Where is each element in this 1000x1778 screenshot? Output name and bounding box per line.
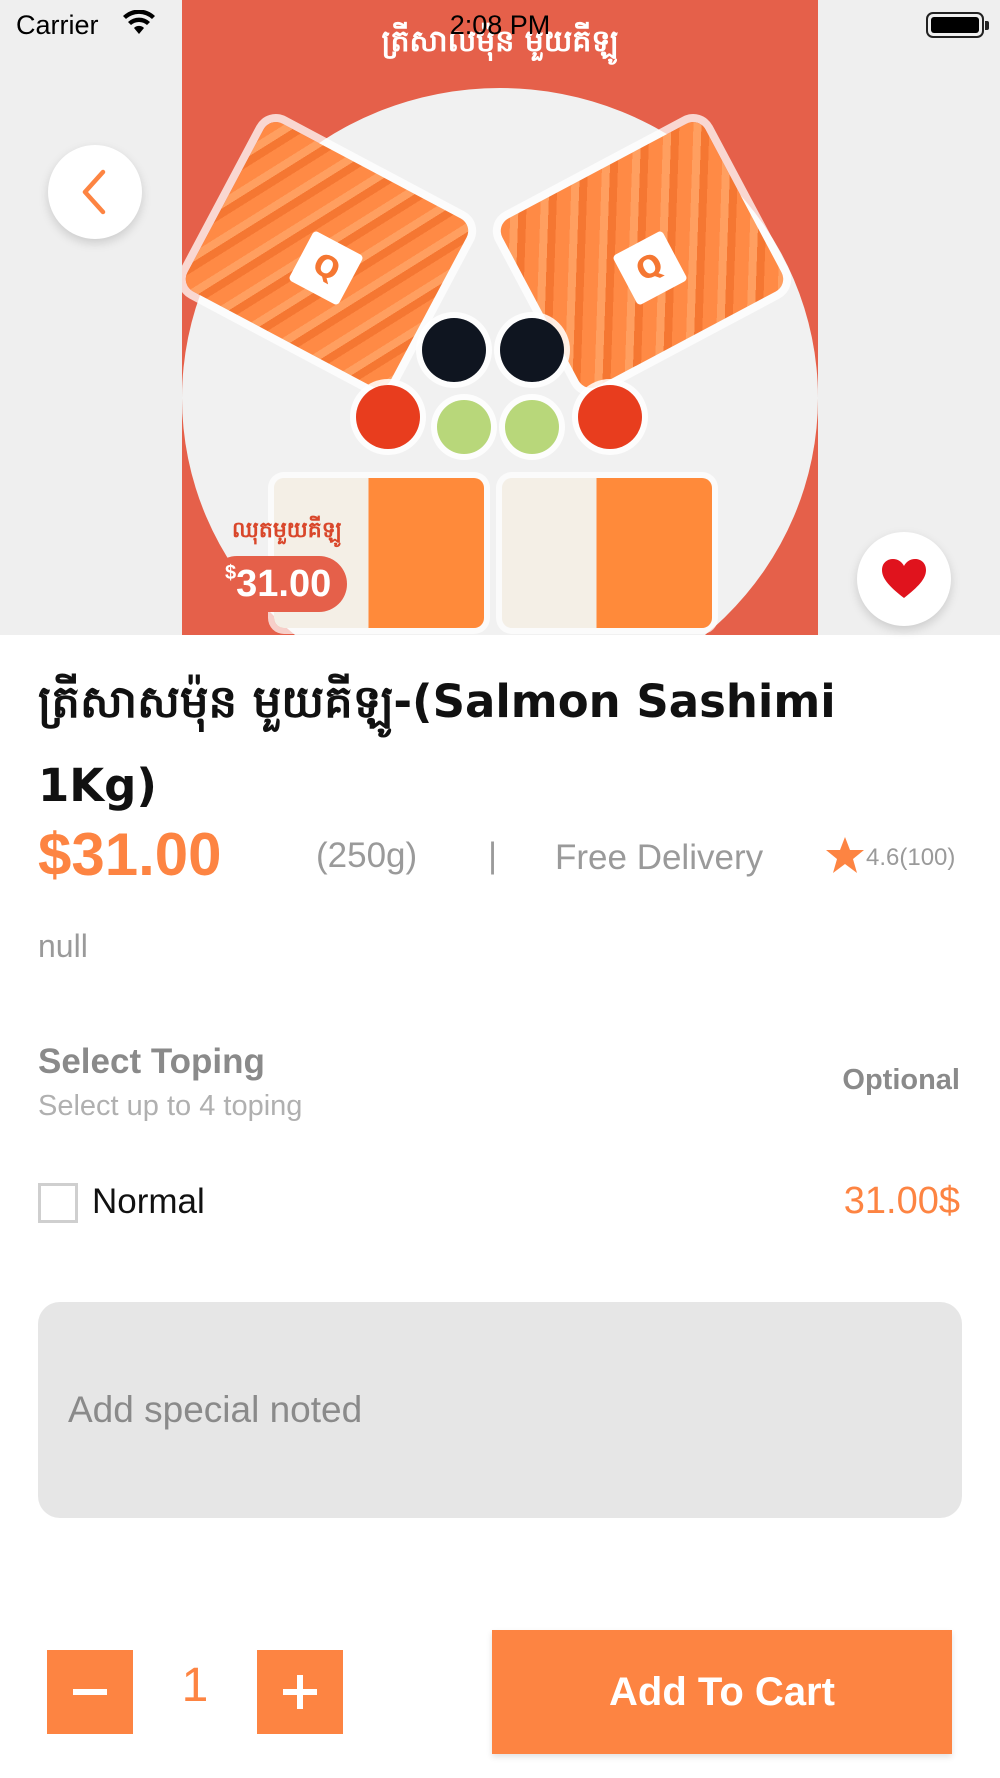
topping-option-normal[interactable]: Normal 31.00$	[38, 1176, 960, 1228]
minus-icon	[73, 1689, 107, 1695]
topping-section-title: Select Toping	[38, 1042, 265, 1081]
topping-option-label: Normal	[92, 1182, 205, 1221]
special-note-input[interactable]	[38, 1302, 962, 1518]
radish-carrot-box	[502, 478, 712, 628]
add-to-cart-button[interactable]: Add To Cart	[492, 1630, 952, 1754]
battery-icon	[926, 12, 989, 38]
favorite-button[interactable]	[857, 532, 951, 626]
chili-sauce-cup	[578, 385, 642, 449]
quantity-value: 1	[181, 1659, 209, 1712]
promo-caption: ឈុតមួយគីឡូ	[232, 518, 342, 543]
product-title: ត្រីសាសម៉ុន មួយគីឡូ-(Salmon Sashimi 1Kg)	[38, 675, 836, 812]
topping-requirement-label: Optional	[842, 1064, 960, 1096]
topping-option-price: 31.00$	[843, 1180, 960, 1222]
status-bar: Carrier 2:08 PM	[0, 0, 1000, 50]
product-hero: ត្រីសាលម៉ុន មួយគីឡូ Q Q ឈុតមួយគីឡូ $31.0…	[0, 0, 1000, 635]
product-weight: (250g)	[316, 836, 418, 875]
increase-quantity-button[interactable]	[257, 1650, 343, 1734]
promo-price-badge: $31.00	[209, 556, 348, 612]
soy-sauce-cup	[500, 318, 564, 382]
product-price: $31.00	[38, 821, 222, 888]
back-button[interactable]	[48, 145, 142, 239]
decrease-quantity-button[interactable]	[47, 1650, 133, 1734]
wasabi-cup	[505, 400, 559, 454]
product-rating: 4.6(100)	[866, 844, 956, 871]
topping-checkbox[interactable]	[38, 1183, 78, 1223]
promo-price: 31.00	[236, 563, 332, 605]
delivery-info: Free Delivery	[555, 838, 764, 877]
product-image: ត្រីសាលម៉ុន មួយគីឡូ Q Q ឈុតមួយគីឡូ $31.0…	[182, 0, 818, 635]
wasabi-cup	[437, 400, 491, 454]
product-description: null	[38, 928, 88, 964]
promo-currency: $	[225, 562, 237, 584]
heart-icon	[882, 559, 926, 598]
soy-sauce-cup	[422, 318, 486, 382]
chili-sauce-cup	[356, 385, 420, 449]
status-time: 2:08 PM	[449, 10, 551, 40]
topping-section-subtitle: Select up to 4 toping	[38, 1090, 303, 1122]
star-icon	[826, 837, 864, 873]
info-separator: |	[488, 836, 498, 875]
chevron-left-icon	[82, 169, 106, 215]
plus-icon	[283, 1675, 317, 1709]
